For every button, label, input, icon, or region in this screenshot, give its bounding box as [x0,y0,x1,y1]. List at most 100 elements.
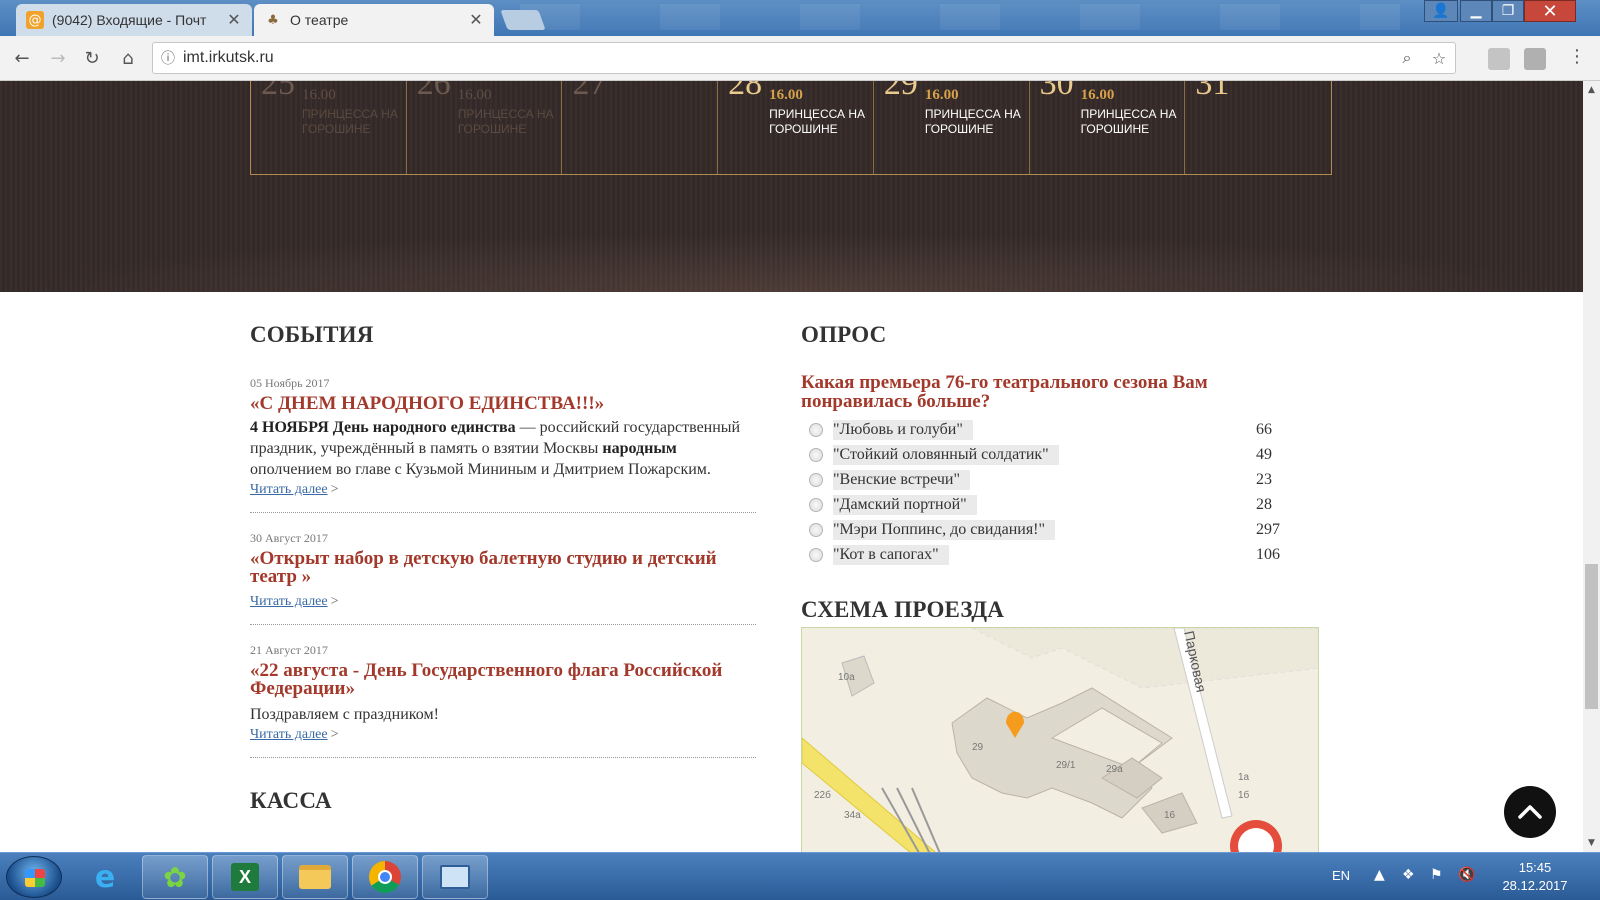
map-building-label: 29а [1106,764,1123,775]
show-title[interactable]: ПРИНЦЕССА НА ГОРОШИНЕ [458,107,558,137]
event-text-bold: народным [602,440,677,457]
poll-vote-count: 297 [1256,520,1280,538]
radio-button[interactable] [809,522,823,537]
scrollbar-thumb[interactable] [1585,564,1598,709]
poll-option[interactable]: "Венские встречи" 23 [801,467,1319,492]
day-number: 29 [883,81,918,102]
event-item: 21 Август 2017 «22 августа - День Госуда… [250,643,756,758]
action-center-flag-icon[interactable]: ⚑ [1430,867,1443,883]
event-title[interactable]: «С ДНЕМ НАРОДНОГО ЕДИНСТВА!!!» [250,394,756,413]
map-building-label: 10а [838,672,855,683]
menu-icon[interactable]: ⋮ [1568,46,1586,67]
page-scrollbar[interactable]: ▲ ▼ [1583,81,1600,852]
poll-option[interactable]: "Стойкий оловянный солдатик" 49 [801,442,1319,467]
restore-button[interactable]: ❐ [1492,0,1524,22]
poll-option-label[interactable]: "Кот в сапогах" [833,544,949,565]
radio-button[interactable] [809,472,823,487]
tab-mail[interactable]: @ (9042) Входящие - Почт ✕ [16,4,252,36]
chevron-up-icon [1518,805,1542,819]
map-canvas[interactable]: 10а 29 29/1 29а 22б 34а 16 1а 1б Паркова… [802,628,1319,852]
calendar-day[interactable]: 25 16.00 ПРИНЦЕССА НА ГОРОШИНЕ [251,81,407,174]
close-icon[interactable]: ✕ [226,10,242,30]
internet-explorer-icon[interactable]: e [72,855,138,899]
clock-time: 15:45 [1518,860,1552,875]
route-map[interactable]: 10а 29 29/1 29а 22б 34а 16 1а 1б Паркова… [801,627,1319,852]
map-building-label: 1а [1238,772,1250,783]
poll-section: ОПРОС Какая премьера 76-го театрального … [801,322,1319,623]
chrome-icon[interactable] [352,855,418,899]
tab-title: О театре [290,12,349,28]
language-indicator[interactable]: EN [1332,868,1350,883]
calendar-day[interactable]: 29 16.00 ПРИНЦЕССА НА ГОРОШИНЕ [874,81,1030,174]
start-button[interactable] [6,856,62,898]
poll-option-label[interactable]: "Венские встречи" [833,469,970,490]
excel-icon[interactable]: X [212,855,278,899]
dropbox-icon[interactable]: ❖ [1402,867,1415,883]
poll-option-label[interactable]: "Мэри Поппинс, до свидания!" [833,519,1056,540]
system-clock[interactable]: 15:45 28.12.2017 [1480,859,1590,895]
extension-icon[interactable] [1524,48,1546,70]
theater-icon: ♣ [267,12,279,28]
calendar-day[interactable]: 26 16.00 ПРИНЦЕССА НА ГОРОШИНЕ [407,81,563,174]
radio-button[interactable] [809,447,823,462]
event-title[interactable]: «Открыт набор в детскую балетную студию … [250,549,756,586]
radio-button[interactable] [809,497,823,512]
map-building-label: 1б [1238,789,1250,801]
read-more-row: Читать далее > [250,592,756,610]
address-bar[interactable]: ⓘ imt.irkutsk.ru ⌕ ☆ [152,42,1456,74]
poll-option[interactable]: "Мэри Поппинс, до свидания!" 297 [801,517,1319,542]
window-close-button[interactable]: ✕ [1524,0,1576,22]
tray-expand-icon[interactable]: ▲ [1374,867,1385,883]
poll-option-label[interactable]: "Стойкий оловянный солдатик" [833,444,1059,465]
event-text-bold: 4 НОЯБРЯ День народного единства [250,419,516,436]
day-number: 30 [1039,81,1074,102]
poll-option[interactable]: "Любовь и голуби" 66 [801,417,1319,442]
poll-option[interactable]: "Дамский портной" 28 [801,492,1319,517]
show-title[interactable]: ПРИНЦЕССА НА ГОРОШИНЕ [769,107,869,137]
map-building-label: 22б [814,789,831,801]
event-title[interactable]: «22 августа - День Государственного флаг… [250,661,756,698]
poll-options: "Любовь и голуби" 66 "Стойкий оловянный … [801,417,1319,567]
minimize-button[interactable]: ▁ [1460,0,1492,22]
poll-option-label[interactable]: "Любовь и голуби" [833,419,973,440]
show-time: 16.00 [769,87,803,103]
show-title[interactable]: ПРИНЦЕССА НА ГОРОШИНЕ [302,107,402,137]
forward-arrow-icon[interactable]: → [44,44,72,72]
radio-button[interactable] [809,547,823,562]
extension-icon[interactable] [1488,48,1510,70]
radio-button[interactable] [809,422,823,437]
calendar-day[interactable]: 28 16.00 ПРИНЦЕССА НА ГОРОШИНЕ [718,81,874,174]
user-profile-icon[interactable]: 👤 [1424,0,1458,22]
map-building-label: 29 [972,742,984,753]
info-icon[interactable]: ⓘ [153,48,183,68]
poll-question: Какая премьера 76-го театрального сезона… [801,372,1208,412]
show-title[interactable]: ПРИНЦЕССА НА ГОРОШИНЕ [925,107,1025,137]
poll-option-label[interactable]: "Дамский портной" [833,494,977,515]
volume-muted-icon[interactable]: 🔇 [1458,867,1475,883]
new-tab-button[interactable] [500,10,546,30]
tab-title: (9042) Входящие - Почт [52,12,207,28]
show-title[interactable]: ПРИНЦЕССА НА ГОРОШИНЕ [1081,107,1181,137]
tab-theatre[interactable]: ♣ О театре ✕ [254,4,494,36]
close-icon[interactable]: ✕ [468,10,484,30]
home-icon[interactable]: ⌂ [114,44,142,72]
back-arrow-icon[interactable]: ← [8,44,36,72]
url-text[interactable]: imt.irkutsk.ru [183,49,1391,67]
event-text: 4 НОЯБРЯ День народного единства — росси… [250,417,756,480]
read-more-link[interactable]: Читать далее [250,482,328,497]
event-date: 05 Ноябрь 2017 [250,376,330,390]
file-explorer-icon[interactable] [282,855,348,899]
poll-vote-count: 49 [1256,445,1272,463]
zoom-icon[interactable]: ⌕ [1391,48,1423,68]
read-more-link[interactable]: Читать далее [250,727,328,742]
calendar-day[interactable]: 30 16.00 ПРИНЦЕССА НА ГОРОШИНЕ [1030,81,1186,174]
read-more-link[interactable]: Читать далее [250,594,328,609]
poll-option[interactable]: "Кот в сапогах" 106 [801,542,1319,567]
bookmark-star-icon[interactable]: ☆ [1423,49,1455,68]
icq-icon[interactable]: ✿ [142,855,208,899]
scroll-to-top-button[interactable] [1504,786,1556,838]
scroll-up-arrow-icon[interactable]: ▲ [1583,85,1600,95]
scroll-down-arrow-icon[interactable]: ▼ [1583,838,1600,848]
reload-icon[interactable]: ↻ [78,44,106,72]
remote-desktop-icon[interactable] [422,855,488,899]
